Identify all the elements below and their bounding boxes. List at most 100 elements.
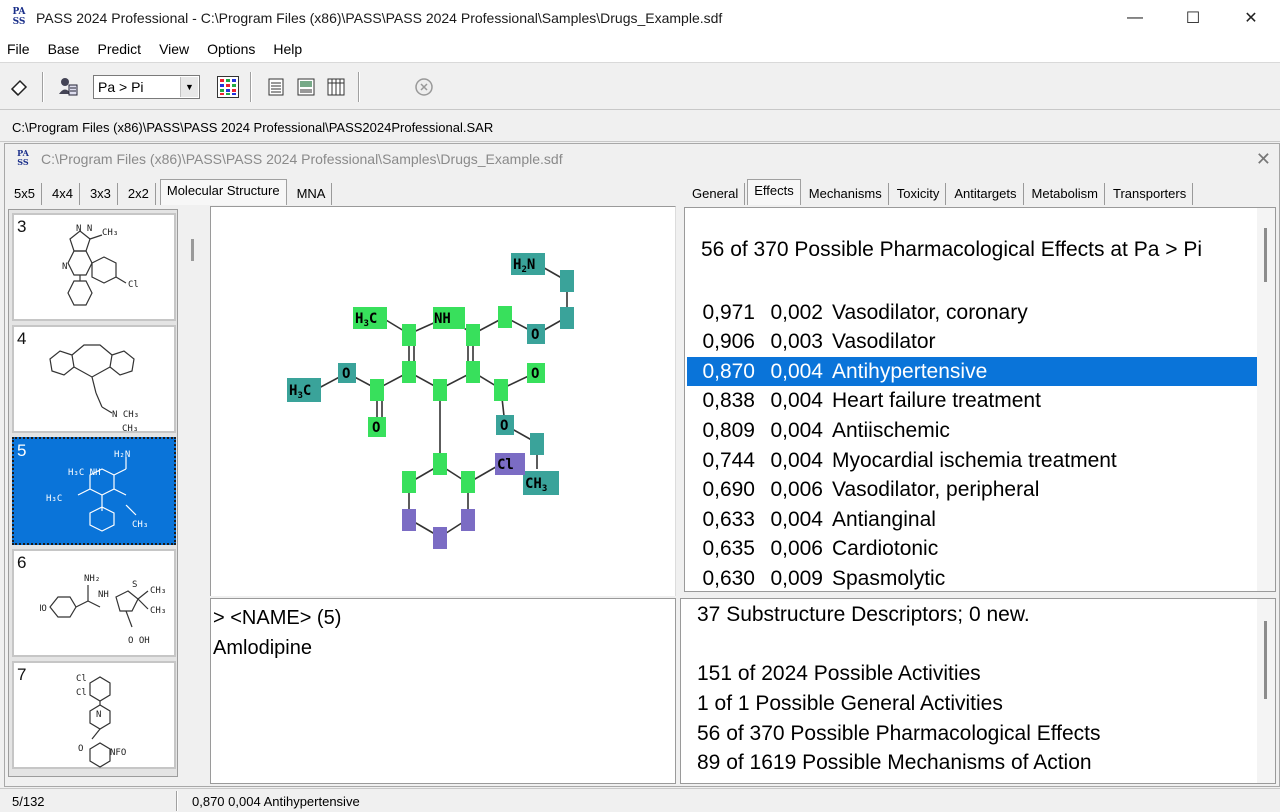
mechanisms-count: 89 of 1619 Possible Mechanisms of Action bbox=[697, 751, 1092, 774]
color-grid-icon[interactable] bbox=[216, 75, 240, 99]
tab-4x4[interactable]: 4x4 bbox=[46, 183, 80, 205]
thumbnail-item[interactable]: 4 N CH₃ CH₃ bbox=[12, 325, 176, 433]
menu-options[interactable]: Options bbox=[207, 41, 255, 57]
atom-node bbox=[560, 307, 574, 329]
effect-row[interactable]: 0,633 0,004 Antianginal bbox=[687, 505, 1257, 534]
svg-text:CH₃: CH₃ bbox=[122, 424, 138, 433]
atom-label-o: O bbox=[372, 420, 380, 436]
menu-predict[interactable]: Predict bbox=[97, 41, 141, 57]
tab-toxicity[interactable]: Toxicity bbox=[891, 183, 947, 205]
structure-thumbnail: NH₂ NH S CH₃ CH₃ HO O OH bbox=[40, 574, 166, 646]
toolbar-separator bbox=[358, 72, 360, 102]
effect-row[interactable]: 0,630 0,009 Spasmolytic bbox=[687, 564, 1257, 591]
atom-node bbox=[466, 324, 480, 346]
tab-metabolism[interactable]: Metabolism bbox=[1026, 183, 1105, 205]
atom-node bbox=[433, 379, 447, 401]
effects-scrollbar[interactable] bbox=[1257, 208, 1275, 591]
thumbnail-number: 6 bbox=[17, 553, 27, 572]
effect-row-selected[interactable]: 0,870 0,004 Antihypertensive bbox=[687, 357, 1257, 387]
atom-label-h3c: H bbox=[355, 311, 363, 327]
effect-row[interactable]: 0,838 0,004 Heart failure treatment bbox=[687, 387, 1257, 416]
svg-text:CH₃: CH₃ bbox=[102, 228, 118, 238]
image-icon[interactable] bbox=[294, 75, 318, 99]
effect-row[interactable]: 0,635 0,006 Cardiotonic bbox=[687, 535, 1257, 564]
threshold-select-value: Pa > Pi bbox=[98, 79, 144, 95]
tab-mechanisms[interactable]: Mechanisms bbox=[803, 183, 889, 205]
svg-text:Cl: Cl bbox=[76, 688, 87, 698]
molecule-structure-view[interactable]: H2N H3C NH O O O O O H3C Cl CH3 bbox=[210, 206, 676, 596]
effect-row[interactable]: 0,690 0,006 Vasodilator, peripheral bbox=[687, 476, 1257, 505]
scrollbar-thumb[interactable] bbox=[1264, 621, 1267, 699]
toolbar: Pa > Pi ▼ bbox=[0, 62, 1280, 110]
tab-5x5[interactable]: 5x5 bbox=[8, 183, 42, 205]
menu-file[interactable]: File bbox=[7, 41, 30, 57]
menu-base[interactable]: Base bbox=[48, 41, 80, 57]
chevron-down-icon[interactable]: ▼ bbox=[180, 77, 198, 97]
document-icon[interactable] bbox=[264, 75, 288, 99]
svg-text:CH₃: CH₃ bbox=[132, 520, 148, 530]
tab-transporters[interactable]: Transporters bbox=[1107, 183, 1194, 205]
user-settings-icon[interactable] bbox=[56, 75, 80, 99]
pane-splitter[interactable] bbox=[183, 209, 205, 777]
effect-pi: 0,004 bbox=[770, 389, 823, 413]
effect-name: Myocardial ischemia treatment bbox=[832, 448, 1117, 472]
tab-mna[interactable]: MNA bbox=[291, 183, 333, 205]
minimize-button[interactable]: — bbox=[1106, 0, 1164, 36]
descriptors-count: 37 Substructure Descriptors; 0 new. bbox=[697, 603, 1030, 626]
tab-general[interactable]: General bbox=[686, 183, 746, 205]
left-tab-bar: 5x5 4x4 3x3 2x2 Molecular Structure MNA bbox=[8, 179, 336, 205]
effect-pa: 0,690 bbox=[702, 478, 755, 502]
tab-3x3[interactable]: 3x3 bbox=[84, 183, 118, 205]
effects-list[interactable]: 56 of 370 Possible Pharmacological Effec… bbox=[684, 207, 1276, 592]
structure-thumbnail-list[interactable]: 3 N N CH₃ Cl N 4 N CH₃ CH₃ 5 H₂N H₃C NH … bbox=[8, 209, 178, 777]
app-logo-icon: PA SS bbox=[12, 7, 26, 27]
tab-2x2[interactable]: 2x2 bbox=[122, 183, 156, 205]
tab-antitargets[interactable]: Antitargets bbox=[948, 183, 1024, 205]
thumbnail-item[interactable]: 7 Cl Cl N O NFO bbox=[12, 661, 176, 769]
effect-row[interactable]: 0,809 0,004 Antiischemic bbox=[687, 416, 1257, 445]
effect-pi: 0,003 bbox=[770, 330, 823, 354]
menu-view[interactable]: View bbox=[159, 41, 189, 57]
descriptors-summary-view[interactable]: 37 Substructure Descriptors; 0 new. 151 … bbox=[680, 598, 1276, 784]
splitter-grip[interactable] bbox=[191, 239, 194, 261]
atom-node bbox=[461, 471, 475, 493]
effect-pa: 0,971 bbox=[702, 300, 755, 324]
effect-pa: 0,630 bbox=[702, 566, 755, 590]
svg-text:N: N bbox=[62, 262, 67, 272]
svg-text:O OH: O OH bbox=[128, 636, 150, 646]
scrollbar-thumb[interactable] bbox=[1264, 228, 1267, 282]
thumbnail-item[interactable]: 3 N N CH₃ Cl N bbox=[12, 213, 176, 321]
effects-summary: 56 of 370 Possible Pharmacological Effec… bbox=[701, 238, 1202, 261]
tab-effects[interactable]: Effects bbox=[747, 179, 801, 205]
toolbar-separator bbox=[250, 72, 252, 102]
svg-text:N: N bbox=[96, 710, 101, 720]
effect-row[interactable]: 0,906 0,003 Vasodilator bbox=[687, 328, 1257, 357]
svg-text:Cl: Cl bbox=[76, 674, 87, 684]
close-button[interactable]: ✕ bbox=[1222, 0, 1280, 36]
effect-row[interactable]: 0,971 0,002 Vasodilator, coronary bbox=[687, 298, 1257, 327]
effect-name: Antihypertensive bbox=[832, 359, 988, 383]
effect-pi: 0,004 bbox=[770, 359, 823, 383]
pharmacological-effects-count: 56 of 370 Possible Pharmacological Effec… bbox=[697, 722, 1101, 745]
eraser-icon[interactable] bbox=[7, 75, 31, 99]
thumbnail-item-selected[interactable]: 5 H₂N H₃C NH H₃C CH₃ bbox=[12, 437, 176, 545]
effect-pa: 0,838 bbox=[702, 389, 755, 413]
thumbnail-item[interactable]: 6 NH₂ NH S CH₃ CH₃ HO O OH bbox=[12, 549, 176, 657]
effect-row[interactable]: 0,744 0,004 Myocardial ischemia treatment bbox=[687, 446, 1257, 475]
effect-pa: 0,635 bbox=[702, 537, 755, 561]
molecule-name-view[interactable]: > <NAME> (5) Amlodipine bbox=[210, 598, 676, 784]
effect-pi: 0,004 bbox=[770, 507, 823, 531]
table-icon[interactable] bbox=[324, 75, 348, 99]
structure-thumbnail: N N CH₃ Cl N bbox=[62, 224, 139, 306]
atom-node bbox=[494, 379, 508, 401]
descriptors-scrollbar[interactable] bbox=[1257, 599, 1275, 783]
stop-icon[interactable] bbox=[412, 75, 436, 99]
close-icon[interactable]: ✕ bbox=[1256, 149, 1271, 170]
atom-node bbox=[433, 527, 447, 549]
svg-text:N N: N N bbox=[76, 224, 92, 234]
tab-molecular-structure[interactable]: Molecular Structure bbox=[159, 179, 287, 205]
threshold-select[interactable]: Pa > Pi ▼ bbox=[93, 75, 200, 99]
menu-help[interactable]: Help bbox=[273, 41, 302, 57]
maximize-button[interactable]: ☐ bbox=[1164, 0, 1222, 36]
atom-node bbox=[498, 306, 512, 328]
